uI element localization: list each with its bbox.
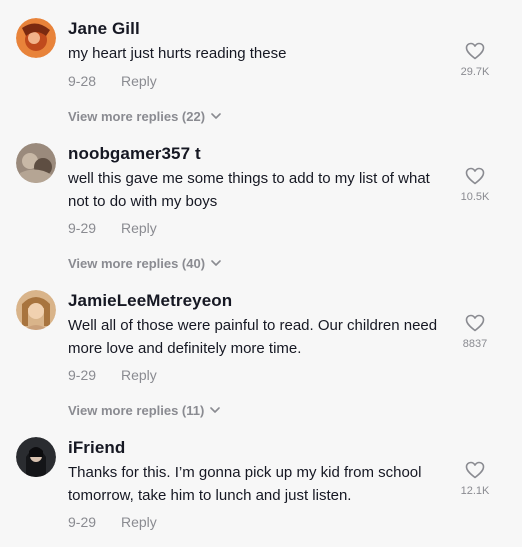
view-more-replies-button[interactable]: View more replies (40): [68, 256, 221, 271]
comment-date: 9-29: [68, 367, 97, 383]
like-count: 29.7K: [460, 66, 490, 78]
avatar-image: [16, 143, 56, 183]
comment-text: Thanks for this. I’m gonna pick up my ki…: [68, 464, 422, 504]
view-more-replies-label: View more replies (40): [68, 256, 206, 271]
heart-outline-icon: [465, 167, 485, 185]
view-more-replies-label: View more replies (11): [68, 403, 205, 418]
avatar-image: [16, 290, 56, 330]
avatar[interactable]: [16, 437, 56, 477]
chevron-down-icon: [211, 260, 221, 266]
comment-date: 9-29: [68, 220, 97, 236]
comment-date: 9-28: [68, 73, 97, 89]
chevron-down-icon: [210, 407, 221, 413]
comment-meta: 9-28 Reply: [68, 73, 157, 89]
comment-username[interactable]: Jane Gill: [68, 19, 140, 39]
comment-text: well this gave me some things to add to …: [68, 170, 430, 210]
heart-outline-icon: [465, 314, 485, 332]
reply-button[interactable]: Reply: [121, 367, 157, 383]
comment-username[interactable]: JamieLeeMetreyeon: [68, 291, 232, 311]
reply-button[interactable]: Reply: [121, 514, 157, 530]
like-button[interactable]: 8837: [448, 314, 502, 350]
view-more-replies-button[interactable]: View more replies (22): [68, 109, 221, 124]
like-count: 10.5K: [460, 191, 490, 203]
view-more-replies-label: View more replies (22): [68, 109, 206, 124]
comment-text: my heart just hurts reading these: [68, 45, 287, 62]
view-more-replies-button[interactable]: View more replies (11): [68, 403, 221, 418]
like-count: 12.1K: [460, 485, 490, 497]
comment-meta: 9-29 Reply: [68, 367, 157, 383]
like-button[interactable]: 12.1K: [448, 461, 502, 497]
like-button[interactable]: 10.5K: [448, 167, 502, 203]
comment-meta: 9-29 Reply: [68, 514, 157, 530]
avatar[interactable]: [16, 18, 56, 58]
reply-button[interactable]: Reply: [121, 220, 157, 236]
avatar-image: [16, 437, 56, 477]
comment-meta: 9-29 Reply: [68, 220, 157, 236]
comment-date: 9-29: [68, 514, 97, 530]
comment-username[interactable]: iFriend: [68, 438, 125, 458]
avatar[interactable]: [16, 143, 56, 183]
comment-list: Jane Gill my heart just hurts reading th…: [0, 0, 522, 547]
like-count: 8837: [462, 338, 488, 350]
avatar-image: [16, 18, 56, 58]
heart-outline-icon: [465, 42, 485, 60]
chevron-down-icon: [211, 113, 221, 119]
comment-username[interactable]: noobgamer357 t: [68, 144, 201, 164]
avatar[interactable]: [16, 290, 56, 330]
reply-button[interactable]: Reply: [121, 73, 157, 89]
like-button[interactable]: 29.7K: [448, 42, 502, 78]
heart-outline-icon: [465, 461, 485, 479]
comment-text: Well all of those were painful to read. …: [68, 317, 438, 357]
